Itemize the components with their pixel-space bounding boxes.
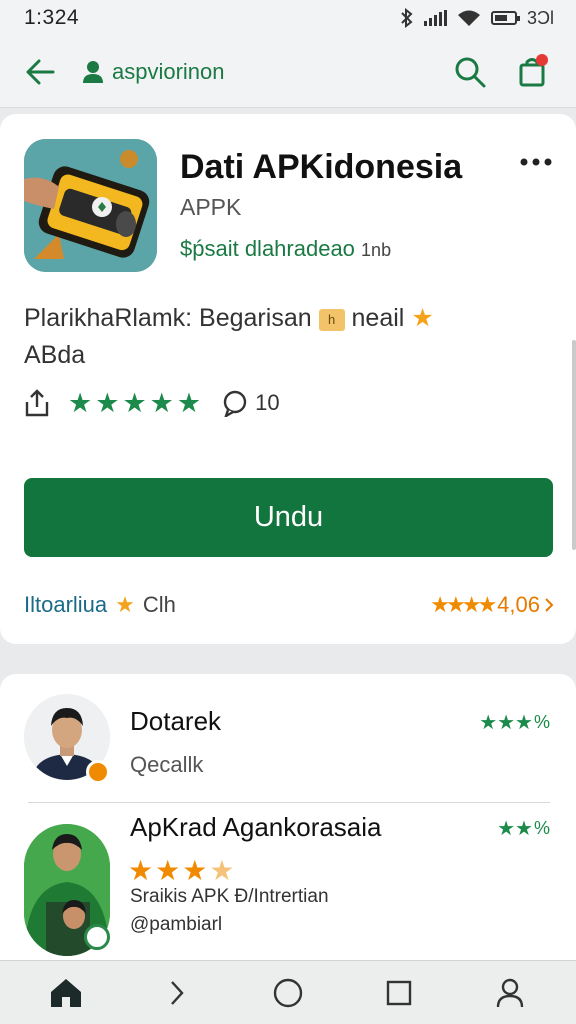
install-button[interactable]: Undu (24, 478, 553, 557)
app-title: Dati APKidonesia (180, 148, 463, 186)
app-developer[interactable]: APPK (180, 194, 241, 221)
search-button[interactable] (448, 50, 492, 94)
battery-text: 3Ɔl (526, 7, 554, 28)
review-text: Sraikis APK Ð/Intrertian (130, 886, 329, 907)
verified-badge-icon (84, 924, 110, 950)
app-tagline-suffix: 1nb (361, 240, 392, 260)
comment-count[interactable]: 10 (221, 389, 280, 417)
verified-badge-icon (86, 760, 110, 784)
rating-stars: ★ ★ ★ ★ ★ (68, 387, 202, 418)
star-icon: ★ (149, 387, 174, 418)
person-icon (83, 60, 103, 83)
reviewer-name: ApKrad Agankorasaia (130, 812, 382, 842)
search-icon (455, 57, 486, 87)
star-icon: ★ (155, 855, 181, 886)
scroll-indicator[interactable] (572, 340, 576, 550)
footer-left-suffix: Clh (142, 592, 176, 617)
star-half-icon: ★ (209, 855, 235, 886)
comment-icon (223, 390, 247, 417)
more-horizontal-icon (520, 158, 552, 166)
star-icon: ★ (115, 592, 135, 617)
share-icon[interactable] (22, 388, 52, 418)
chevron-right-icon (170, 980, 184, 1005)
nav-home[interactable] (38, 965, 94, 1021)
description-text-2: neail (351, 304, 405, 332)
review-item[interactable]: Dotarek Qecallk ★★★% (0, 694, 576, 804)
bottom-nav (0, 960, 576, 1024)
status-bar: 1:324 3Ɔl (0, 0, 576, 36)
description-text: PlarikhaRlamk: Begarisan (24, 304, 312, 332)
star-icon: ★ (95, 387, 120, 418)
mini-badge: h (318, 309, 345, 331)
battery-icon (490, 11, 520, 25)
meta-row: ★ ★ ★ ★ ★ 10 (22, 388, 280, 418)
footer-rating[interactable]: ★★★★ 4,06 (430, 592, 554, 618)
notification-dot (536, 53, 548, 66)
review-rating-text: % (533, 712, 550, 732)
square-recents-icon (386, 980, 412, 1005)
more-button[interactable] (518, 144, 554, 180)
app-detail-card: Dati APKidonesia APPK $ṕsait dlahradeao … (0, 114, 576, 644)
star-icon: ★ (411, 304, 434, 332)
account-label: aspviorinon (112, 58, 225, 84)
star-icon: ★ (122, 387, 147, 418)
star-icon: ★ (128, 855, 154, 886)
app-tagline: $ṕsait dlahradeao 1nb (180, 236, 391, 262)
app-tagline-text: $ṕsait dlahradeao (180, 236, 355, 261)
review-rating-text: % (533, 818, 550, 838)
review-handle: @pambiarl (130, 914, 223, 935)
footer-row: Iltoarliua ★ Clh ★★★★ 4,06 (24, 592, 554, 618)
wifi-icon (457, 10, 480, 26)
back-button[interactable] (20, 52, 60, 92)
footer-left-text: Iltoarliua (24, 592, 108, 617)
footer-rating-value: 4,06 (497, 592, 540, 617)
comment-count-text: 10 (255, 390, 280, 415)
nav-profile[interactable] (482, 965, 538, 1021)
status-icons: 3Ɔl (400, 8, 554, 29)
signal-icon (423, 10, 447, 26)
review-stars: ★ ★ ★ ★ (128, 854, 234, 887)
nav-recents[interactable] (371, 965, 427, 1021)
description-line2: ABda (24, 341, 86, 369)
star-icon: ★ (176, 387, 202, 418)
app-bar: aspviorinon (0, 36, 576, 108)
star-icon: ★ (68, 387, 93, 418)
reviewer-subtitle: Qecallk (130, 752, 204, 777)
reviewer-name: Dotarek (130, 706, 222, 736)
star-icon: ★ (182, 855, 208, 886)
profile-icon (497, 978, 524, 1007)
app-description: PlarikhaRlamk: Begarisan h neail ★ ABda (24, 300, 544, 374)
divider (28, 802, 550, 803)
account-chip[interactable]: aspviorinon (82, 59, 225, 85)
nav-circle[interactable] (260, 965, 316, 1021)
review-item[interactable]: ApKrad Agankorasaia ★★% ★ ★ ★ ★ Sraikis … (0, 812, 576, 964)
chevron-right-icon (545, 598, 554, 612)
status-time: 1:324 (24, 6, 80, 29)
shopping-bag-button[interactable] (510, 50, 554, 94)
arrow-left-icon (26, 59, 55, 84)
bluetooth-icon (401, 8, 413, 28)
review-rating: ★★% (497, 818, 550, 840)
home-icon (50, 978, 81, 1007)
circle-home-icon (273, 978, 303, 1007)
app-icon (24, 139, 157, 272)
nav-forward[interactable] (149, 965, 205, 1021)
footer-stars: ★★★★ (430, 592, 497, 617)
reviews-card: Dotarek Qecallk ★★★% ApKrad Agankorasaia… (0, 674, 576, 964)
footer-left[interactable]: Iltoarliua ★ Clh (24, 592, 176, 618)
review-rating: ★★★% (479, 712, 550, 734)
